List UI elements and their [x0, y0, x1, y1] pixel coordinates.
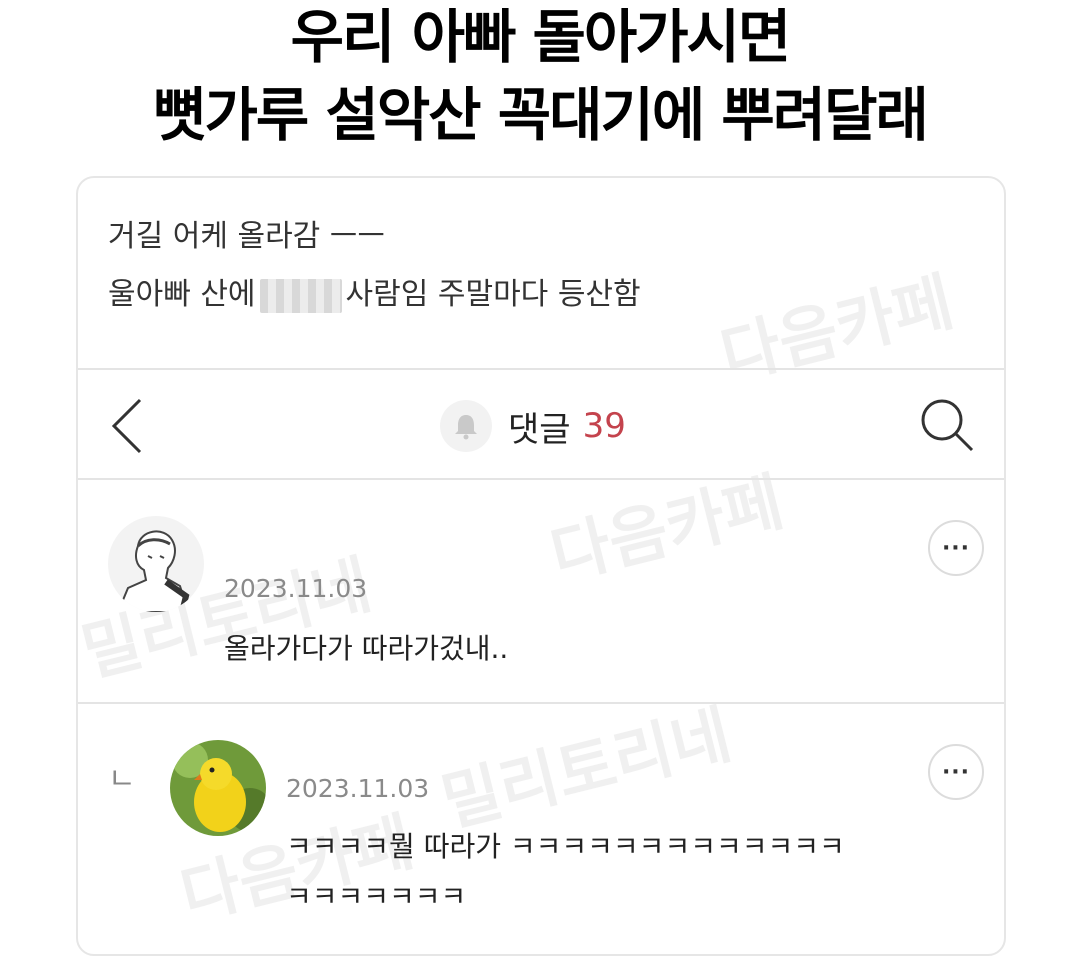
avatar-parrot: [170, 740, 266, 836]
search-icon: [921, 399, 974, 452]
comment-text-line-2: ㅋㅋㅋㅋㅋㅋㅋ: [286, 880, 467, 913]
comments-header: 댓글 39: [440, 396, 626, 456]
avatar-sketch: [108, 516, 204, 612]
divider: [78, 368, 1004, 370]
page: 우리 아빠 돌아가시면 뼛가루 설악산 꼭대기에 뿌려달래 다음카페 다음카페 …: [0, 0, 1080, 963]
comment-date: 2023.11.03: [286, 774, 430, 803]
comment-text-line-1: ㅋㅋㅋㅋ뭘 따라가 ㅋㅋㅋㅋㅋㅋㅋㅋㅋㅋㅋㅋㅋ: [286, 830, 845, 863]
back-chevron-icon: [111, 398, 142, 454]
post-line-1: 거길 어케 올라감 ㅡㅡ: [108, 219, 386, 254]
caption-line-2: 뼛가루 설악산 꼭대기에 뿌려달래: [153, 81, 929, 149]
more-options-button[interactable]: ···: [928, 744, 984, 800]
back-button[interactable]: [104, 394, 154, 458]
bell-glyph: [455, 415, 477, 440]
reply-comment-item: ㄴ 2023.11.03 ㅋㅋㅋㅋ뭘 따라가 ㅋㅋㅋㅋㅋㅋㅋㅋㅋㅋㅋㅋㅋ ㅋㅋㅋ…: [78, 704, 1004, 954]
comment-text: 올라가다가 따라가겄내..: [224, 632, 509, 665]
more-options-button[interactable]: ···: [928, 520, 984, 576]
comment-text: ㅋㅋㅋㅋ뭘 따라가 ㅋㅋㅋㅋㅋㅋㅋㅋㅋㅋㅋㅋㅋ ㅋㅋㅋㅋㅋㅋㅋ: [286, 822, 845, 922]
comments-nav-bar: 댓글 39: [78, 374, 1004, 478]
comment-date: 2023.11.03: [224, 574, 368, 603]
comments-label: 댓글: [508, 409, 571, 450]
censored-blur: [259, 278, 342, 313]
reply-indicator: ㄴ: [108, 762, 136, 797]
comments-count: 39: [582, 406, 626, 446]
caption-line-1: 우리 아빠 돌아가시면: [290, 3, 792, 71]
post-line-2-end: 사람임 주말마다 등산함: [345, 277, 641, 312]
avatar[interactable]: [170, 740, 266, 836]
search-button[interactable]: [916, 392, 978, 458]
avatar[interactable]: [108, 516, 204, 612]
bell-icon[interactable]: [440, 400, 492, 452]
post-line-2-start: 울아빠 산에: [108, 277, 256, 312]
comment-item: 2023.11.03 올라가다가 따라가겄내.. ···: [78, 480, 1004, 702]
post-content: 거길 어케 올라감 ㅡㅡ 울아빠 산에 사람임 주말마다 등산함: [108, 208, 641, 324]
screenshot-card: 다음카페 다음카페 밀리토리네 밀리토리네 다음카페 거길 어케 올라감 ㅡㅡ …: [76, 176, 1006, 956]
post-line-2: 울아빠 산에 사람임 주말마다 등산함: [108, 266, 641, 324]
